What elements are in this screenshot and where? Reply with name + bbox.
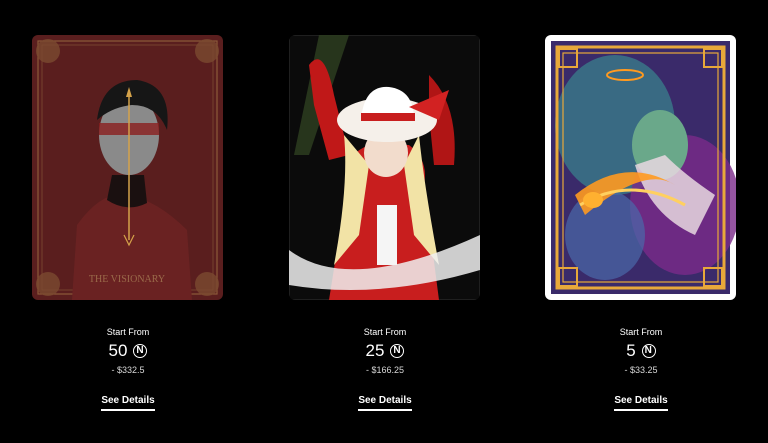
artwork-caption: THE VISIONARY: [89, 274, 165, 285]
see-details-link[interactable]: See Details: [101, 395, 155, 411]
price-value: 50: [108, 341, 128, 360]
card-artwork-visionary[interactable]: THE VISIONARY: [32, 35, 223, 300]
nft-card-1: THE VISIONARY Start From 50 N - $332.5 S…: [28, 0, 228, 443]
usd-price: - $332.5: [111, 365, 145, 375]
price-row: 25 N: [285, 341, 485, 361]
details-wrapper: See Details: [28, 390, 228, 411]
cosmic-angel-illustration: [545, 35, 736, 300]
start-from-label: Start From: [619, 327, 663, 337]
card-artwork-cosmic-angel[interactable]: [545, 35, 736, 300]
coin-icon: N: [390, 344, 405, 358]
card-artwork-red-lady[interactable]: [289, 35, 480, 300]
coin-icon: N: [133, 344, 148, 358]
red-lady-illustration: [289, 35, 480, 300]
nft-card-2: Start From 25 N - $166.25 See Details: [285, 0, 485, 443]
price-value: 25: [365, 341, 385, 360]
price-row: 50 N: [28, 341, 228, 361]
see-details-link[interactable]: See Details: [614, 395, 668, 411]
start-from-label: Start From: [106, 327, 150, 337]
details-wrapper: See Details: [541, 390, 741, 411]
usd-price: - $33.25: [624, 365, 658, 375]
see-details-link[interactable]: See Details: [358, 395, 412, 411]
nft-card-3: Start From 5 N - $33.25 See Details: [541, 0, 741, 443]
price-value: 5: [626, 341, 636, 360]
usd-price: - $166.25: [365, 365, 405, 375]
start-from-label: Start From: [363, 327, 407, 337]
details-wrapper: See Details: [285, 390, 485, 411]
coin-icon: N: [641, 344, 656, 358]
visionary-illustration: THE VISIONARY: [32, 35, 223, 300]
price-row: 5 N: [541, 341, 741, 361]
